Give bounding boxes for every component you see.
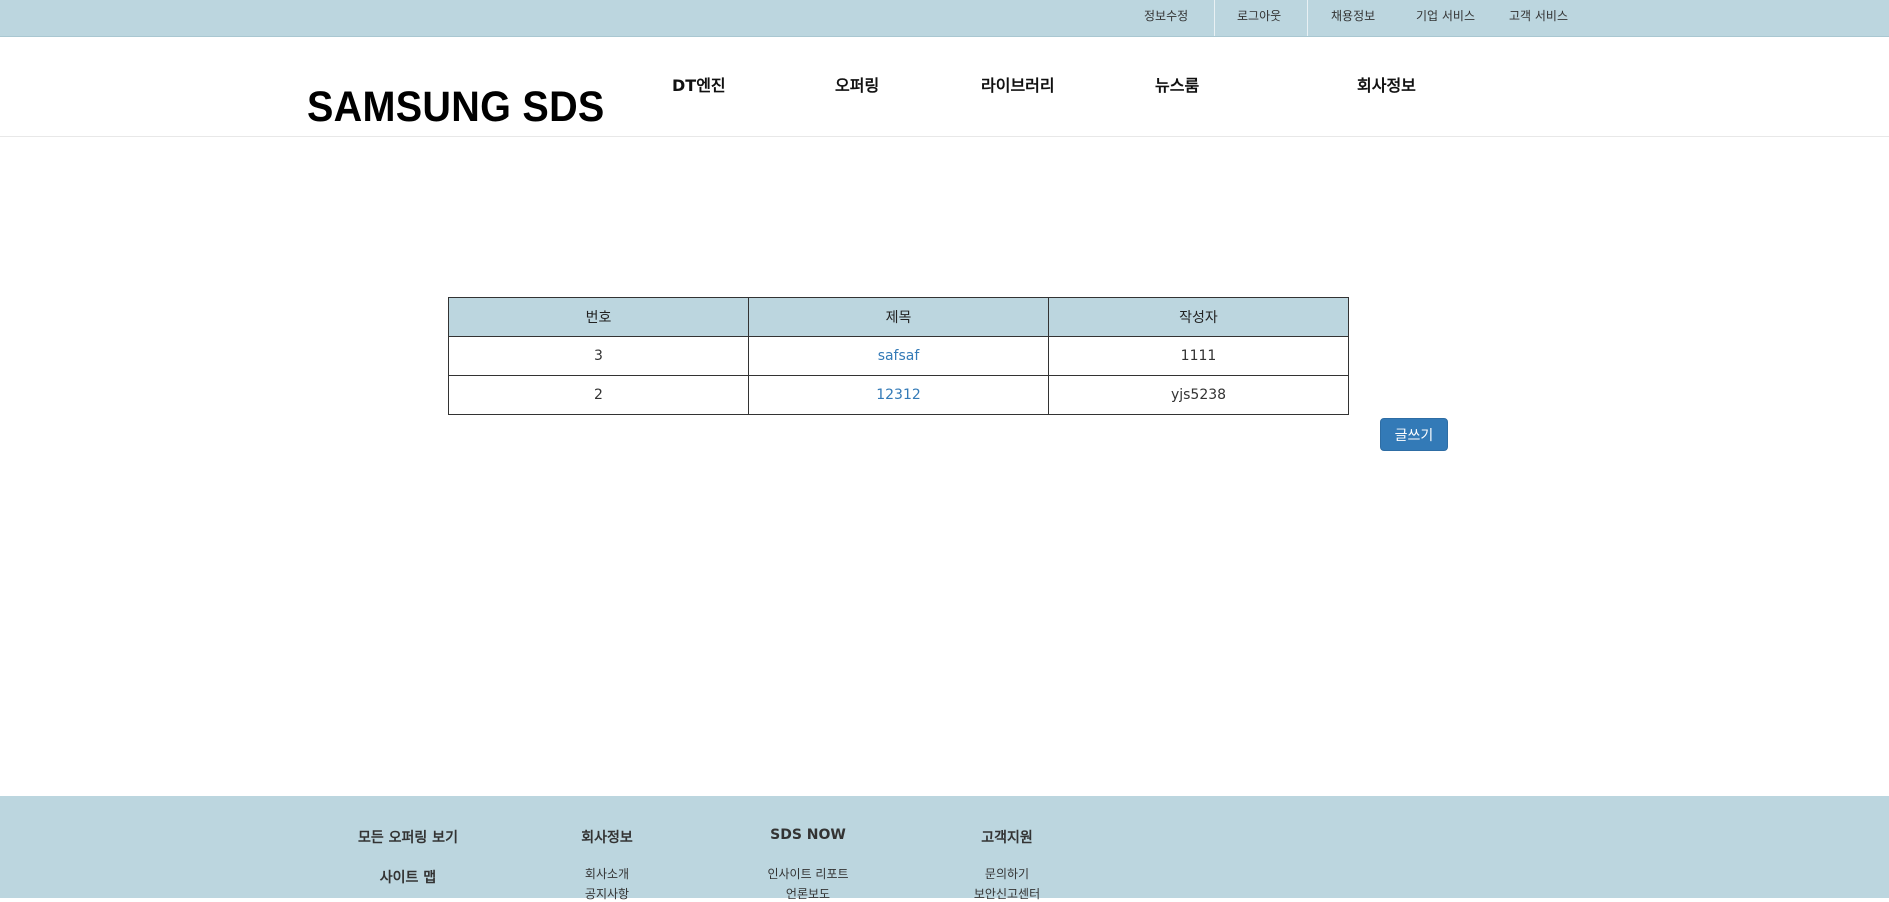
enterprise-service-link[interactable]: 기업 서비스	[1416, 0, 1475, 36]
footer-sds-now-heading: SDS NOW	[770, 827, 846, 843]
footer-company-intro-link[interactable]: 회사소개	[585, 865, 629, 882]
samsung-sds-logo[interactable]: SAMSUNG SDS	[307, 86, 605, 129]
column-header-title: 제목	[748, 297, 1049, 337]
customer-service-link[interactable]: 고객 서비스	[1509, 0, 1568, 36]
site-footer: 모든 오퍼링 보기 사이트 맵 회사정보 회사소개 공지사항 SDS NOW 인…	[0, 796, 1889, 901]
post-author: 1111	[1048, 336, 1349, 376]
footer-support-heading: 고객지원	[981, 830, 1033, 846]
footer-all-offerings-link[interactable]: 모든 오퍼링 보기	[358, 827, 458, 847]
table-row: 3 safsaf 1111	[448, 336, 1349, 376]
post-title-link[interactable]: safsaf	[878, 348, 920, 364]
edit-profile-link[interactable]: 정보수정	[1144, 0, 1188, 36]
nav-dt-engine[interactable]: DT엔진	[672, 76, 726, 96]
post-title-cell: safsaf	[748, 336, 1049, 376]
site-header: SAMSUNG SDS DT엔진 오퍼링 라이브러리 뉴스룸 회사정보	[0, 37, 1889, 137]
nav-newsroom[interactable]: 뉴스룸	[1155, 76, 1199, 96]
table-header-row: 번호 제목 작성자	[448, 297, 1349, 337]
post-number: 3	[448, 336, 749, 376]
divider	[1307, 0, 1308, 36]
footer-company-heading: 회사정보	[581, 830, 633, 846]
divider	[1214, 0, 1215, 36]
nav-library[interactable]: 라이브러리	[981, 76, 1055, 96]
footer-notice-link[interactable]: 공지사항	[585, 885, 629, 902]
footer-sitemap-link[interactable]: 사이트 맵	[380, 867, 436, 887]
footer-security-report-link[interactable]: 보안신고센터	[974, 885, 1040, 902]
footer-contact-link[interactable]: 문의하기	[985, 865, 1029, 882]
careers-link[interactable]: 채용정보	[1331, 0, 1375, 36]
nav-offering[interactable]: 오퍼링	[835, 76, 879, 96]
column-header-number: 번호	[448, 297, 749, 337]
footer-press-link[interactable]: 언론보도	[786, 885, 830, 902]
post-title-link[interactable]: 12312	[876, 387, 921, 403]
post-number: 2	[448, 375, 749, 415]
nav-company-info[interactable]: 회사정보	[1357, 76, 1416, 96]
write-post-button[interactable]: 글쓰기	[1380, 418, 1448, 451]
footer-insight-report-link[interactable]: 인사이트 리포트	[767, 865, 848, 882]
column-header-author: 작성자	[1048, 297, 1349, 337]
post-author: yjs5238	[1048, 375, 1349, 415]
utility-bar: 정보수정 로그아웃 채용정보 기업 서비스 고객 서비스	[0, 0, 1889, 37]
table-row: 2 12312 yjs5238	[448, 375, 1349, 415]
board-table: 번호 제목 작성자 3 safsaf 1111 2 12312 yjs5238	[448, 297, 1349, 415]
post-title-cell: 12312	[748, 375, 1049, 415]
logout-link[interactable]: 로그아웃	[1237, 0, 1281, 36]
